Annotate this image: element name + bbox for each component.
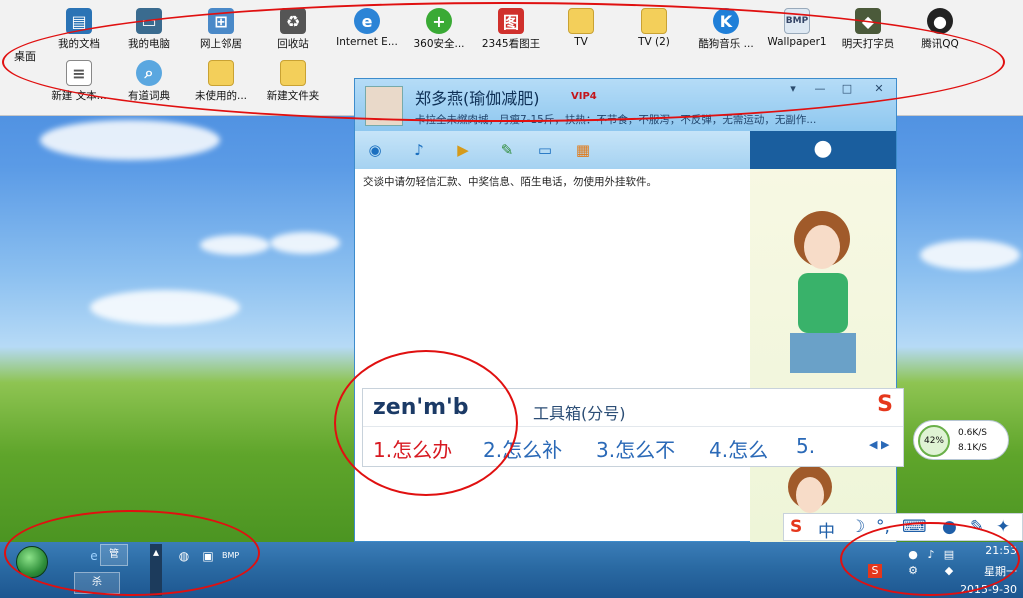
cloud [40,120,220,160]
download-speed: 8.1K/S [958,443,987,453]
ime-candidate[interactable]: 5. [796,434,815,458]
security-warning: 交谈中请勿轻信汇款、中奖信息、陌生电话，勿使用外挂软件。 [363,176,657,188]
cloud [270,232,340,254]
sogou-logo-icon: S [877,392,893,417]
upload-speed: 0.6K/S [958,428,987,438]
cloud [200,235,270,255]
message-icon[interactable]: ✎ [493,139,521,161]
avatar-illustration [788,211,856,513]
qq-penguin-banner: ● [750,131,896,169]
video-call-icon[interactable]: ◉ [361,139,389,161]
ime-candidate[interactable]: 4.怎么 [709,434,768,463]
annotation-circle [334,350,518,496]
ime-candidate[interactable]: 3.怎么不 [596,434,675,463]
cloud [920,240,1020,270]
annotation-circle [840,522,1020,596]
voice-call-icon[interactable]: ♪ [405,139,433,161]
annotation-circle [4,510,260,596]
apps-icon[interactable]: ▦ [569,139,597,161]
cloud [90,290,240,325]
ime-toolbox[interactable]: 工具箱(分号) [533,400,626,424]
screen-share-icon[interactable]: ▭ [531,139,559,161]
page-arrows-icon[interactable]: ◀ ▶ [869,438,889,451]
annotation-circle [2,2,1005,122]
sogou-logo-icon[interactable]: S [790,517,802,537]
file-transfer-icon[interactable]: ▶ [449,139,477,161]
network-monitor[interactable]: 42% 0.6K/S 8.1K/S [913,420,1009,460]
contact-show-image [750,169,896,543]
input-mode-toggle[interactable]: 中 [818,517,835,542]
network-usage: 42% [918,425,950,457]
